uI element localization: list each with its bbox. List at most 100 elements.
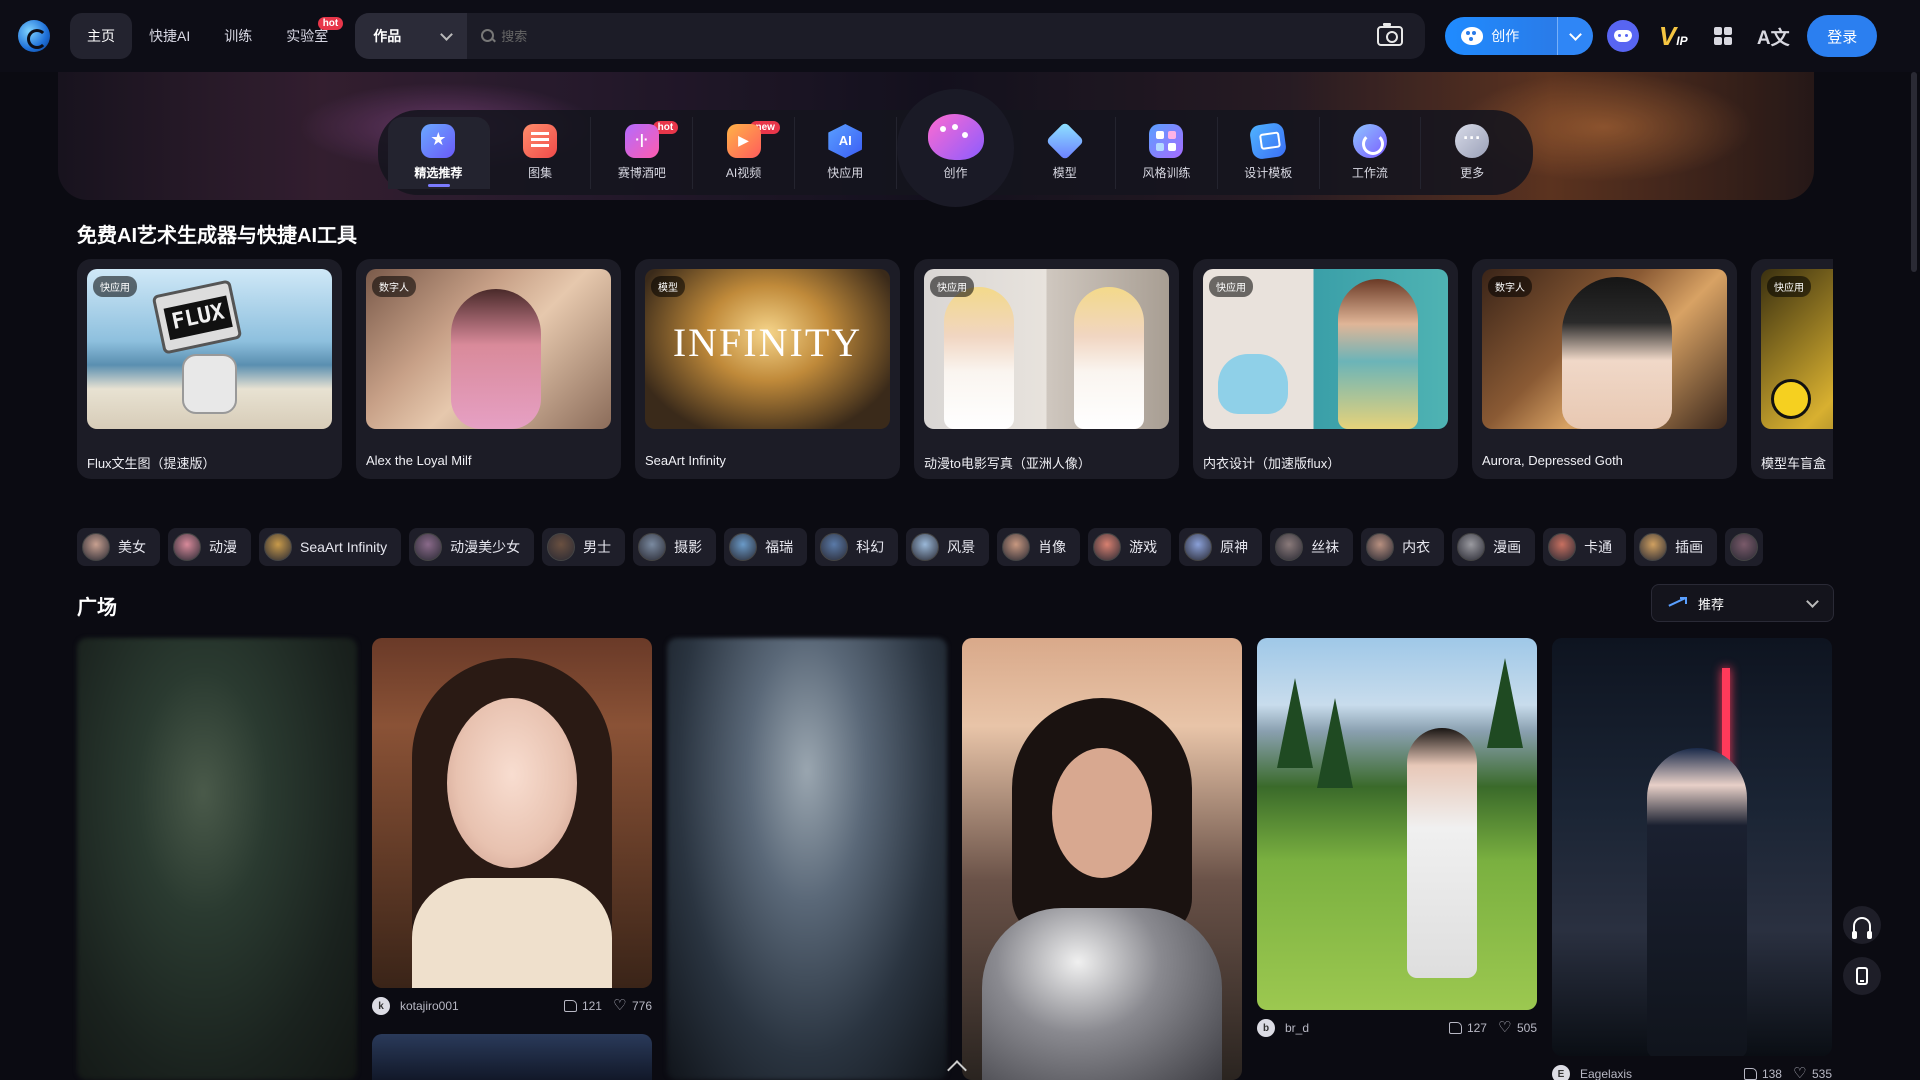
tool-card[interactable]: 快应用 动漫to电影写真（亚洲人像）	[914, 259, 1179, 479]
tag-chip[interactable]: 原神	[1179, 528, 1263, 566]
dock-item-workflow[interactable]: 工作流	[1320, 116, 1422, 189]
artwork-image[interactable]	[1552, 638, 1832, 1056]
tag-chip[interactable]: 男士	[542, 528, 626, 566]
dock-item-more[interactable]: 更多	[1421, 117, 1523, 189]
seaart-logo-icon[interactable]	[18, 20, 50, 52]
apps-button[interactable]	[1703, 16, 1743, 56]
nav-lab[interactable]: 实验室 hot	[269, 13, 345, 59]
tag-chip-avatar	[264, 533, 292, 561]
dock-item-style-train[interactable]: 风格训练	[1116, 116, 1218, 189]
tag-chip[interactable]: 美女	[77, 528, 160, 566]
customer-service-button[interactable]	[1843, 906, 1881, 944]
tag-chip[interactable]	[1725, 528, 1764, 566]
like-button[interactable]: 138	[1743, 1067, 1782, 1080]
flux-sign: FLUX	[151, 279, 243, 355]
tag-chip[interactable]: 科幻	[815, 528, 899, 566]
tag-chip-avatar	[638, 533, 667, 561]
tool-tag: 快应用	[1767, 276, 1811, 297]
dock-item-cyber-bar[interactable]: hot 赛博酒吧	[591, 116, 694, 189]
favorite-button[interactable]: 535	[1793, 1064, 1832, 1080]
tag-chip[interactable]: 卡通	[1543, 528, 1627, 566]
artwork-image[interactable]	[372, 1034, 652, 1080]
tag-chip-label: 肖像	[1038, 539, 1067, 555]
image-face-shape	[1052, 748, 1152, 878]
tag-chip-avatar	[1730, 533, 1759, 561]
tag-chip-label: 男士	[583, 539, 612, 555]
nav-train[interactable]: 训练	[207, 13, 269, 59]
tag-chip-label: 动漫	[209, 539, 237, 555]
artwork-image[interactable]	[372, 638, 652, 988]
sort-dropdown[interactable]: 推荐	[1651, 584, 1834, 622]
image-tree-shape	[1277, 678, 1313, 768]
avatar[interactable]: k	[372, 997, 390, 1015]
page-scrollbar[interactable]	[1911, 72, 1917, 272]
search-scope-label: 作品	[373, 28, 402, 44]
favorite-button[interactable]: 776	[613, 996, 652, 1014]
dock-item-design-template[interactable]: 设计模板	[1218, 116, 1320, 189]
author-name[interactable]: br_d	[1285, 1021, 1437, 1035]
tag-chip[interactable]: 丝袜	[1270, 528, 1354, 566]
favorite-button[interactable]: 505	[1498, 1018, 1537, 1036]
tag-chip[interactable]: 动漫美少女	[409, 528, 535, 566]
tool-card[interactable]: 模型 INFINITY SeaArt Infinity	[635, 259, 900, 479]
search-input[interactable]	[495, 13, 1378, 59]
tag-chip[interactable]: 动漫	[168, 528, 251, 566]
like-count: 121	[581, 999, 602, 1013]
search-scope-select[interactable]: 作品	[355, 13, 468, 59]
nav-quick-ai[interactable]: 快捷AI	[132, 13, 207, 59]
tag-chip[interactable]: 摄影	[633, 528, 717, 566]
avatar[interactable]: b	[1257, 1019, 1275, 1037]
like-button[interactable]: 121	[563, 999, 602, 1013]
dock-label: 图集	[528, 166, 553, 180]
like-button[interactable]: 127	[1448, 1021, 1487, 1035]
artwork-image[interactable]	[667, 638, 947, 1080]
artwork-image[interactable]	[962, 638, 1242, 1080]
plaza-section-title: 广场	[77, 597, 117, 619]
author-name[interactable]: Eagelaxis	[1580, 1067, 1732, 1080]
tool-card[interactable]: 快应用 模型车盲盒	[1751, 259, 1833, 479]
tag-chip[interactable]: 内衣	[1361, 528, 1445, 566]
author-name[interactable]: kotajiro001	[400, 999, 552, 1013]
language-button[interactable]: A文	[1753, 16, 1793, 56]
tool-card[interactable]: 数字人 Alex the Loyal Milf	[356, 259, 621, 479]
tag-chip[interactable]: 风景	[906, 528, 990, 566]
tool-title: Alex the Loyal Milf	[366, 453, 472, 468]
nav-train-label: 训练	[224, 28, 253, 44]
vip-button[interactable]: VIP	[1653, 16, 1693, 56]
dock-item-ai-video[interactable]: new AI视频	[693, 116, 795, 189]
image-face-shape	[447, 698, 577, 868]
tag-chip[interactable]: 漫画	[1452, 528, 1536, 566]
login-button[interactable]: 登录	[1807, 15, 1878, 57]
dock-item-featured[interactable]: 精选推荐	[388, 116, 490, 189]
tool-card[interactable]: 数字人 Aurora, Depressed Goth	[1472, 259, 1737, 479]
dock-item-album[interactable]: 图集	[490, 116, 592, 189]
image-tree-shape	[1487, 658, 1523, 748]
dock-label: 风格训练	[1142, 166, 1191, 180]
chevron-down-icon	[1806, 594, 1819, 608]
tag-chip[interactable]: SeaArt Infinity	[259, 528, 402, 566]
chevron-up-icon[interactable]	[945, 1058, 969, 1074]
artwork-image[interactable]	[1257, 638, 1537, 1010]
dock-item-model[interactable]: 模型	[1014, 116, 1117, 189]
tool-card[interactable]: 快应用 内衣设计（加速版flux）	[1193, 259, 1458, 479]
create-button[interactable]: 创作	[1445, 17, 1558, 55]
mobile-app-button[interactable]	[1843, 957, 1881, 995]
discord-button[interactable]	[1603, 16, 1643, 56]
camera-icon[interactable]	[1377, 23, 1404, 46]
dock-item-create[interactable]: 创作	[896, 88, 1015, 207]
plaza-column: E Eagelaxis 138 535	[1552, 638, 1832, 1080]
tag-chip[interactable]: 福瑞	[724, 528, 808, 566]
dock-item-quick-app[interactable]: 快应用	[795, 116, 897, 189]
tool-title: 动漫to电影写真（亚洲人像）	[924, 456, 1091, 471]
avatar[interactable]: E	[1552, 1065, 1570, 1080]
image-body-shape	[412, 878, 612, 988]
tag-chip[interactable]: 肖像	[997, 528, 1081, 566]
tag-chip[interactable]: 游戏	[1088, 528, 1172, 566]
tool-card[interactable]: 快应用 FLUX Flux文生图（提速版）	[77, 259, 342, 479]
create-dropdown-button[interactable]	[1557, 17, 1594, 55]
tag-chip[interactable]: 插画	[1634, 528, 1718, 566]
character-figure	[1074, 287, 1144, 429]
artwork-image[interactable]	[77, 638, 357, 1080]
nav-home[interactable]: 主页	[70, 13, 132, 59]
tag-chip-avatar	[547, 533, 576, 561]
